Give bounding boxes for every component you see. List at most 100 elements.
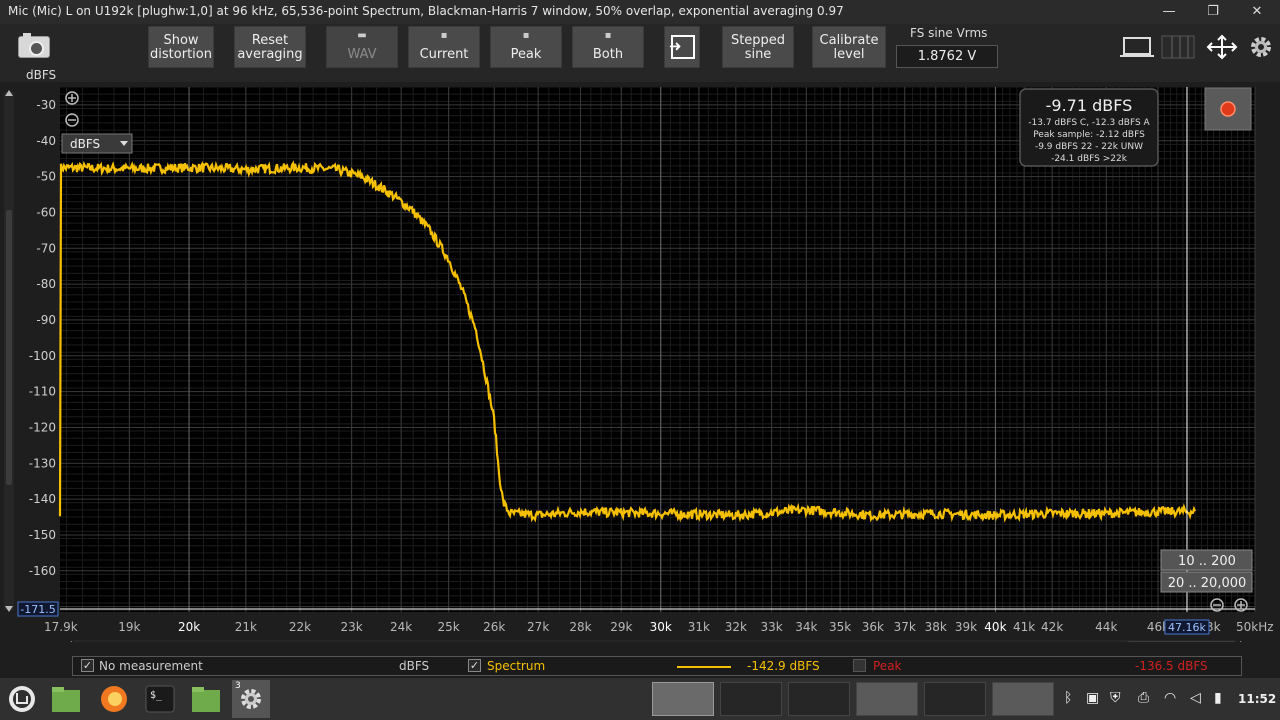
both-button[interactable]: ▪ Both — [572, 26, 644, 68]
both-label: Both — [592, 47, 624, 62]
y-tick-label: -140 — [29, 492, 56, 506]
panel-layout-icon[interactable] — [1158, 34, 1198, 60]
workspace-thumbnail[interactable] — [652, 682, 714, 716]
spectrum-legend-value: -142.9 dBFS — [747, 659, 820, 673]
x-tick-label: 50kHz — [1236, 620, 1274, 634]
horizontal-scrollbar[interactable] — [74, 640, 1236, 642]
save-icon: ▪ — [440, 30, 448, 41]
window-title: Mic (Mic) L on U192k [plughw:1,0] at 96 … — [8, 4, 844, 18]
y-tick-label: -150 — [29, 528, 56, 542]
workspace-thumbnail[interactable] — [788, 682, 850, 716]
x-tick-label: 17.9k — [44, 620, 78, 634]
workspace-thumbnail[interactable] — [992, 682, 1054, 716]
show-distortion-button[interactable]: Show distortion — [148, 26, 214, 68]
terminal-icon[interactable]: $_ — [144, 684, 176, 714]
range-2-label: 20 .. 20,000 — [1168, 576, 1247, 591]
workspace-thumbnail[interactable] — [720, 682, 782, 716]
current-button[interactable]: ▪ Current — [408, 26, 480, 68]
wifi-icon[interactable]: ◠ — [1164, 690, 1176, 706]
fullscreen-arrows-icon[interactable] — [1204, 34, 1240, 60]
x-tick-label: 24k — [390, 620, 412, 634]
x-tick-label: 42k — [1041, 620, 1063, 634]
x-tick-label: 39k — [955, 620, 977, 634]
level-main: -9.71 dBFS — [1046, 96, 1133, 115]
horizontal-scrollbar-thumb[interactable] — [1126, 641, 1236, 642]
input-select-button[interactable]: ➜ — [664, 26, 700, 68]
x-tick-label: 22k — [289, 620, 311, 634]
x-tick-label: 27k — [527, 620, 549, 634]
spectrum-checkbox[interactable]: ✓ — [468, 659, 481, 672]
y-tick-label: -100 — [29, 349, 56, 363]
x-tick-label: 40k — [984, 620, 1006, 634]
spectrum-legend-swatch — [677, 666, 731, 668]
save-icon: ▪ — [522, 30, 530, 41]
show-distortion-line2: distortion — [150, 47, 212, 62]
vertical-scrollbar-thumb[interactable] — [6, 210, 12, 485]
x-tick-label: 25k — [438, 620, 460, 634]
taskbar: $_ 3 ᛒ ▣ ⛨ ⎙ ◠ ◁ ▮ 11:52 — [0, 678, 1280, 720]
wav-button[interactable]: ▬ WAV — [326, 26, 398, 68]
unit-dropdown[interactable]: dBFS — [61, 133, 133, 154]
level-line: -13.7 dBFS C, -12.3 dBFS A — [1028, 118, 1150, 128]
unit-dropdown-value: dBFS — [70, 137, 100, 151]
y-tick-label: -70 — [36, 241, 56, 255]
range-1-label: 10 .. 200 — [1178, 554, 1236, 569]
y-tick-label: -40 — [36, 134, 56, 148]
calibrate-level-button[interactable]: Calibrate level — [812, 26, 886, 68]
close-button[interactable]: ✕ — [1246, 2, 1268, 22]
shield-icon[interactable]: ⛨ — [1110, 690, 1121, 706]
x-tick-label: 31k — [688, 620, 710, 634]
peak-checkbox[interactable] — [853, 659, 866, 672]
current-label: Current — [419, 47, 469, 62]
spectrum-chart[interactable]: -30 -40 -50 -60 -70 -80 -90 -100 -110 -120 -130 -14… — [0, 82, 1280, 642]
range-button-10-200[interactable]: 10 .. 200 — [1160, 549, 1253, 571]
y-tick-label: -110 — [29, 385, 56, 399]
y-tick-label: -120 — [29, 420, 56, 434]
settings-app-button[interactable]: 3 — [232, 680, 270, 718]
gear-icon[interactable] — [1248, 34, 1274, 60]
clipboard-icon[interactable]: ▣ — [1086, 690, 1099, 706]
svg-text:$_: $_ — [150, 690, 163, 701]
volume-icon[interactable]: ◁ — [1190, 690, 1201, 706]
y-tick-label: -160 — [29, 564, 56, 578]
peak-label: Peak — [510, 47, 542, 62]
battery-icon[interactable]: ▮ — [1214, 690, 1222, 706]
files-desktop-icon[interactable] — [50, 684, 82, 714]
toolbar: dBFS Show distortion Reset averaging ▬ W… — [0, 24, 1280, 82]
x-tick-label: 19k — [118, 620, 140, 634]
mint-menu-icon[interactable] — [6, 684, 38, 714]
no-measurement-unit: dBFS — [399, 659, 430, 673]
printer-icon[interactable]: ⎙ — [1138, 690, 1149, 706]
monitor-icon[interactable] — [1118, 34, 1154, 60]
level-readout-box: -9.71 dBFS -13.7 dBFS C, -12.3 dBFS A Pe… — [1019, 88, 1159, 167]
x-tick-label: 38k — [925, 620, 947, 634]
no-measurement-label: No measurement — [99, 659, 203, 673]
no-measurement-checkbox[interactable]: ✓ — [81, 659, 94, 672]
spectrum-legend-label: Spectrum — [487, 659, 546, 673]
workspace-thumbnail[interactable] — [856, 682, 918, 716]
folder-icon[interactable] — [190, 684, 222, 714]
peak-legend-label: Peak — [873, 659, 902, 673]
wav-label: WAV — [347, 47, 377, 62]
y-tick-label: -60 — [36, 205, 56, 219]
record-button[interactable] — [1204, 87, 1252, 131]
x-tick-label: 23k — [341, 620, 363, 634]
title-bar: Mic (Mic) L on U192k [plughw:1,0] at 96 … — [0, 0, 1280, 24]
peak-button[interactable]: ▪ Peak — [490, 26, 562, 68]
level-line: -9.9 dBFS 22 - 22k UNW — [1035, 142, 1143, 152]
reset-averaging-button[interactable]: Reset averaging — [234, 26, 306, 68]
y-tick-label: -90 — [36, 313, 56, 327]
record-icon — [1220, 101, 1236, 117]
x-tick-label: 29k — [610, 620, 632, 634]
stepped-sine-button[interactable]: Stepped sine — [722, 26, 794, 68]
firefox-icon[interactable] — [98, 684, 130, 714]
minimize-button[interactable]: — — [1158, 2, 1180, 22]
workspace-thumbnail[interactable] — [924, 682, 986, 716]
save-icon: ▬ — [357, 30, 367, 41]
bluetooth-icon[interactable]: ᛒ — [1064, 690, 1072, 706]
fs-sine-value[interactable]: 1.8762 V — [896, 45, 998, 68]
restore-button[interactable]: ❐ — [1202, 2, 1224, 22]
range-button-20-20000[interactable]: 20 .. 20,000 — [1160, 571, 1253, 593]
x-tick-label: 37k — [894, 620, 916, 634]
camera-icon[interactable] — [18, 33, 50, 58]
